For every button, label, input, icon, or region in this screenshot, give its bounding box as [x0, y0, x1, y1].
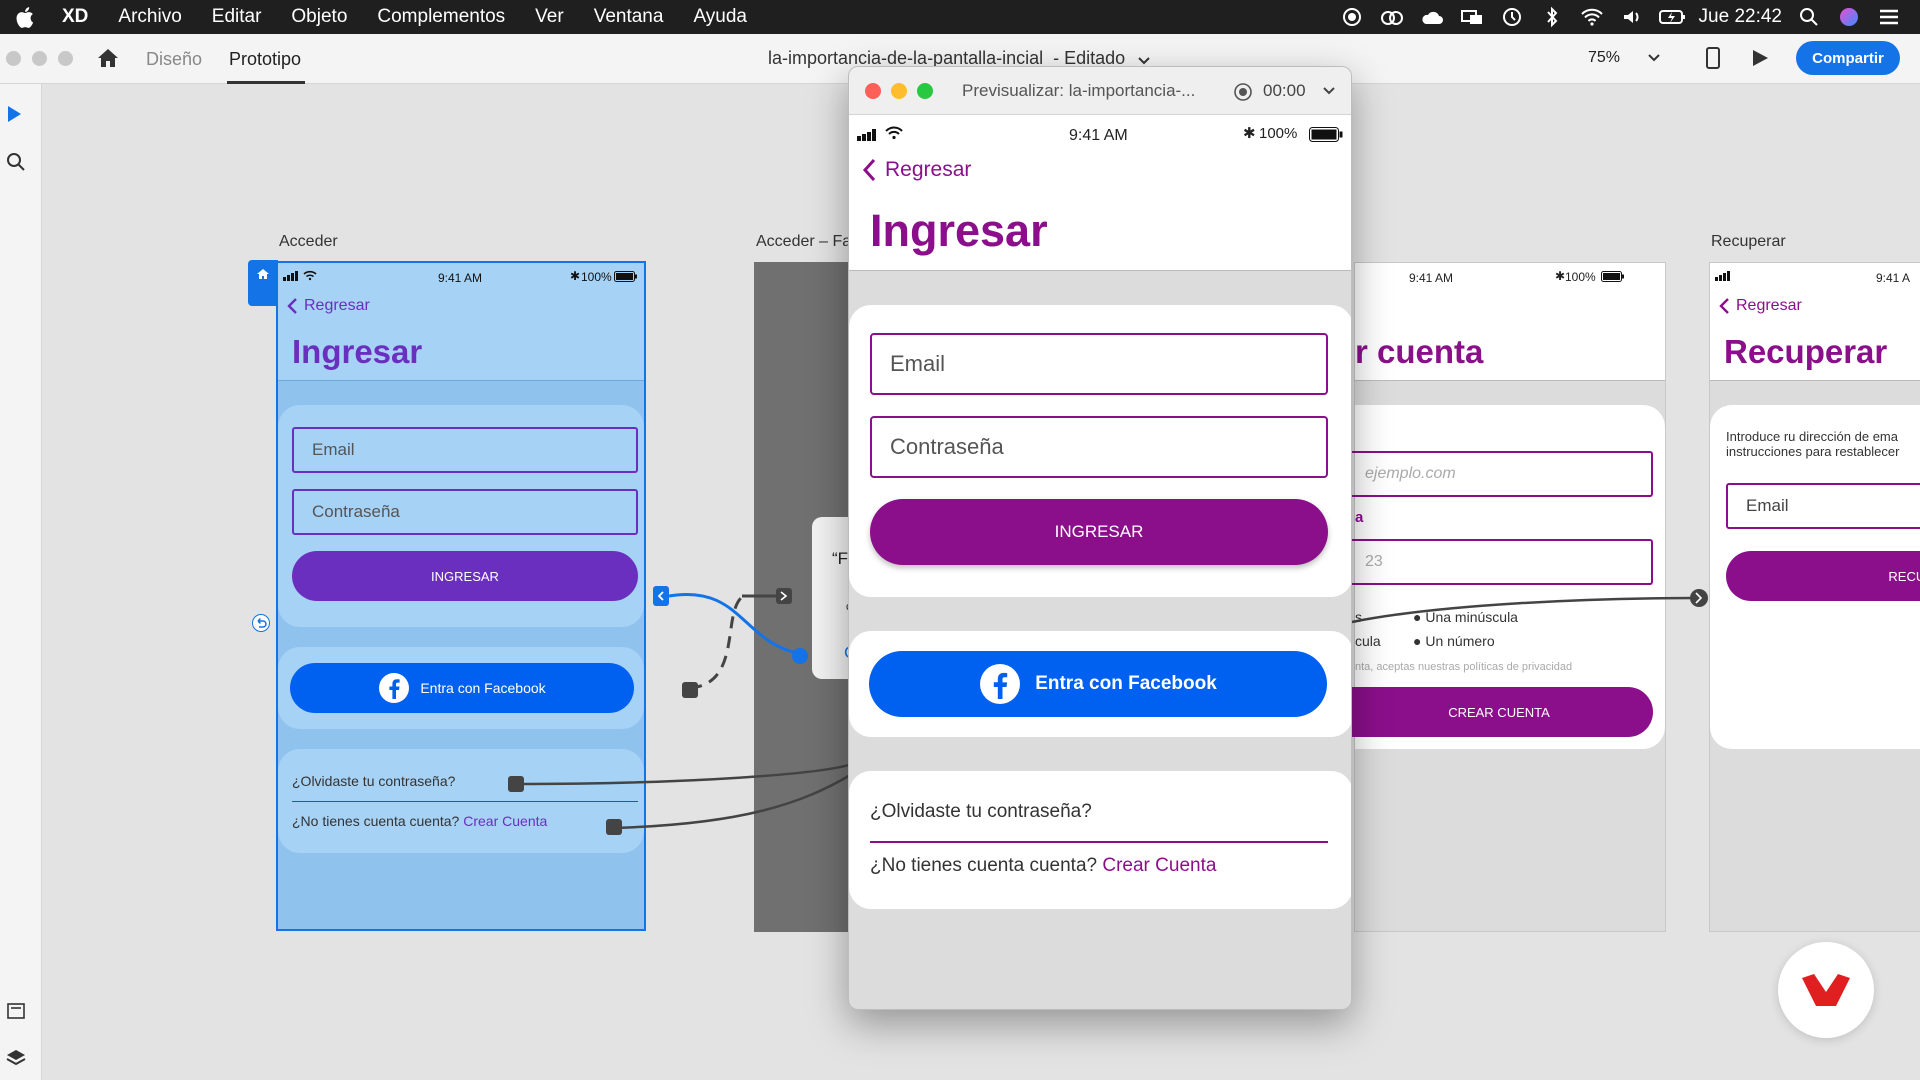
battery-icon [1309, 127, 1343, 142]
icloud-icon[interactable] [1419, 6, 1445, 28]
preview-title: Previsualizar: la-importancia-... [962, 81, 1196, 100]
share-button[interactable]: Compartir [1796, 41, 1900, 75]
document-state: - Editado [1053, 48, 1126, 68]
left-tool-rail [0, 84, 42, 1080]
mac-menubar: XD Archivo Editar Objeto Complementos Ve… [0, 0, 1920, 34]
noaccount-text: ¿No tienes cuenta cuenta? [870, 855, 1098, 876]
creative-cloud-icon[interactable] [1379, 6, 1405, 28]
preview-submit-button[interactable]: INGRESAR [870, 499, 1328, 565]
facebook-icon [980, 664, 1021, 704]
wire-endpoint[interactable] [792, 648, 808, 664]
preview-heading: Ingresar [870, 205, 1048, 256]
menu-objeto[interactable]: Objeto [291, 6, 347, 28]
preview-status-time: 9:41 AM [1069, 127, 1128, 144]
apple-icon[interactable] [14, 6, 36, 28]
preview-zoom-button[interactable] [917, 83, 933, 99]
preview-password-input[interactable]: Contraseña [870, 416, 1328, 478]
bluetooth-icon: ✱ [1243, 125, 1256, 142]
back-label: Regresar [885, 158, 972, 181]
wire-handle[interactable] [508, 776, 524, 792]
document-name: la-importancia-de-la-pantalla-incial [768, 48, 1044, 68]
menu-archivo[interactable]: Archivo [118, 6, 181, 28]
preview-minimize-button[interactable] [891, 83, 907, 99]
wifi-icon [885, 126, 903, 140]
wifi-icon[interactable] [1579, 6, 1605, 28]
menu-ayuda[interactable]: Ayuda [693, 6, 747, 28]
brand-logo-icon [1802, 974, 1850, 1006]
brand-logo-badge [1778, 942, 1874, 1038]
window-close-button[interactable] [6, 51, 21, 66]
menubar-clock[interactable]: Jue 22:42 [1699, 6, 1782, 28]
record-icon[interactable] [1339, 6, 1365, 28]
zoom-value: 75% [1588, 49, 1621, 66]
display-mirroring-icon[interactable] [1459, 6, 1485, 28]
battery-charging-icon[interactable] [1658, 6, 1685, 28]
assets-panel-icon[interactable] [6, 1002, 26, 1025]
preview-status-battery: 100% [1259, 125, 1298, 142]
preview-back-link[interactable]: Regresar [861, 157, 971, 183]
preview-header: 9:41 AM ✱ 100% Regresar Ingresar [849, 115, 1351, 271]
layers-panel-icon[interactable] [5, 1048, 27, 1073]
wire-arrow-handle[interactable] [776, 588, 792, 604]
preview-close-button[interactable] [865, 83, 881, 99]
wire-handle[interactable] [682, 682, 698, 698]
chevron-down-icon[interactable] [1323, 87, 1335, 95]
bluetooth-icon[interactable] [1539, 6, 1565, 28]
chevron-left-icon [862, 158, 876, 182]
facebook-label: Entra con Facebook [1035, 673, 1217, 694]
preview-timer: 00:00 [1263, 81, 1306, 100]
zoom-select[interactable]: 75% [1588, 41, 1668, 75]
siri-icon[interactable] [1836, 6, 1862, 28]
wire-recuperar[interactable] [1351, 596, 1699, 624]
tab-design[interactable]: Diseño [146, 49, 202, 70]
wire-forgot[interactable] [515, 762, 853, 786]
preview-forgot-link[interactable]: ¿Olvidaste tu contraseña? [870, 801, 1092, 823]
menu-editar[interactable]: Editar [212, 6, 262, 28]
select-tool-icon[interactable] [6, 104, 24, 129]
wire-arrow-handle[interactable] [1690, 589, 1708, 607]
control-center-icon[interactable] [1876, 6, 1902, 28]
divider [870, 841, 1328, 843]
preview-email-input[interactable]: Email [870, 333, 1328, 395]
menu-ventana[interactable]: Ventana [594, 6, 664, 28]
chevron-down-icon [1648, 49, 1660, 67]
menu-complementos[interactable]: Complementos [377, 6, 505, 28]
app-menu-xd[interactable]: XD [62, 6, 88, 28]
record-icon[interactable] [1233, 82, 1253, 102]
window-zoom-button[interactable] [58, 51, 73, 66]
preview-titlebar: Previsualizar: la-importancia-... 00:00 [849, 67, 1351, 115]
home-icon[interactable] [96, 46, 120, 75]
time-machine-icon[interactable] [1499, 6, 1525, 28]
preview-signup-row: ¿No tienes cuenta cuenta? Crear Cuenta [870, 855, 1216, 877]
signal-icon [857, 129, 879, 141]
volume-icon[interactable] [1619, 6, 1645, 28]
tab-prototype[interactable]: Prototipo [229, 49, 301, 70]
preview-links-card: ¿Olvidaste tu contraseña? ¿No tienes cue… [849, 771, 1351, 909]
preview-window: Previsualizar: la-importancia-... 00:00 … [848, 66, 1352, 1010]
preview-facebook-button[interactable]: Entra con Facebook [869, 651, 1327, 717]
zoom-tool-icon[interactable] [6, 152, 26, 177]
preview-facebook-card: Entra con Facebook [849, 631, 1351, 737]
play-preview-icon[interactable] [1750, 48, 1770, 73]
spotlight-search-icon[interactable] [1796, 6, 1822, 28]
window-minimize-button[interactable] [32, 51, 47, 66]
wire-handle[interactable] [606, 819, 622, 835]
device-preview-icon[interactable] [1704, 46, 1722, 75]
menu-ver[interactable]: Ver [535, 6, 564, 28]
preview-login-card: Email Contraseña INGRESAR [849, 305, 1351, 597]
preview-create-account-link[interactable]: Crear Cuenta [1102, 855, 1216, 876]
